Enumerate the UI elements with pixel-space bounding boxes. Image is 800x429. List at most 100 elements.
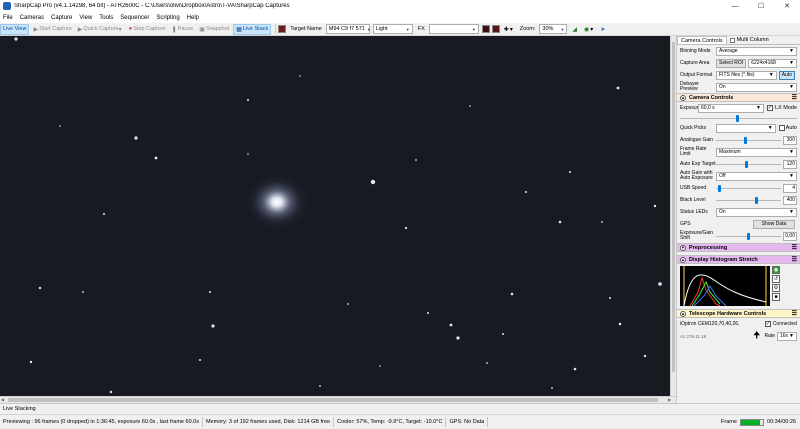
chevron-right-icon[interactable]: ▶ [668,397,671,402]
auto-exp-slider[interactable] [716,160,781,169]
chevron-up-icon[interactable]: ▲ [680,256,686,263]
live-view-button[interactable]: Live View [0,23,30,35]
reset-icon[interactable]: ↺ [772,275,780,283]
output-format-select[interactable]: FITS files (*.fits) ▼ [716,70,777,80]
menu-capture[interactable]: Capture [51,15,72,21]
menu-help[interactable]: Help [187,15,199,21]
star [14,37,18,41]
arrow-up-icon[interactable]: 🠉 [753,328,760,344]
preprocessing-section[interactable]: ▼ Preprocessing ☰ [677,243,800,252]
binning-select[interactable]: Average ▼ [716,46,797,56]
chevron-down-icon[interactable]: ▼ [680,244,686,251]
histogram-icon[interactable]: ◢ [570,24,580,35]
status-leds-select[interactable]: On ▼ [716,207,797,217]
viewport-horizontal-scrollbar[interactable]: ◀ ▶ [0,396,676,403]
usb-speed-slider[interactable] [716,184,781,193]
exposure-slider[interactable] [680,114,797,123]
scrollbar-thumb[interactable] [672,42,675,372]
fx-select[interactable]: ▼ [428,24,479,34]
quick-picks-select[interactable]: ▼ [716,123,776,133]
start-capture-button[interactable]: ▶ Start Capture [31,24,73,35]
exposure-shift-slider[interactable] [716,232,781,241]
tab-multi-column[interactable]: Multi Column [727,36,772,44]
star [469,105,471,107]
auto-button[interactable]: Auto [778,70,795,80]
menu-icon[interactable]: ☰ [792,256,797,263]
menu-icon[interactable]: ☰ [792,310,797,317]
auto-stretch-icon[interactable]: ◉ [772,266,780,274]
chevron-down-icon: ▼ [789,149,794,155]
zoom-select[interactable]: 30% ▼ [539,24,568,34]
quick-capture-button[interactable]: ▶ Quick Capture ▾ [76,24,125,35]
telescope-section[interactable]: ▲ Telescope Hardware Controls ☰ [677,309,800,318]
window-title: SharpCap Pro (v4.1.14298, 64 bit) - ATR2… [14,3,290,9]
capture-area-select[interactable]: 6224x4168 ▼ [748,58,797,68]
black-level-value[interactable]: 400 [783,195,797,205]
auto-gain-select[interactable]: Off ▼ [716,171,797,181]
multi-column-checkbox[interactable] [729,37,735,43]
reticle-icon[interactable]: ✚ ▾ [502,24,516,35]
menu-file[interactable]: File [3,15,13,21]
stop-capture-button[interactable]: ● Stop Capture [127,24,168,35]
analogue-gain-slider[interactable] [716,136,781,145]
histogram-display[interactable]: ◉ ↺ ⚙ ■ [680,266,790,306]
image-viewport[interactable] [0,36,670,396]
slider-knob[interactable] [745,160,749,168]
color-swatch-1[interactable] [481,25,490,33]
menu-view[interactable]: View [79,15,92,21]
scrollbar-thumb[interactable] [8,398,658,402]
exposure-select[interactable]: 60,0 s ▼ [698,103,764,113]
auto-exposure-checkbox[interactable] [778,125,785,131]
minimize-icon[interactable]: — [722,0,748,12]
chart-icon[interactable]: ■ [772,293,780,301]
settings-icon[interactable]: ⚙ [772,284,780,292]
histogram-toggle-icon[interactable] [278,25,287,33]
camera-icon: ▣ [199,26,205,33]
slider-knob[interactable] [747,232,750,240]
tab-camera-controls[interactable]: Camera Controls [677,36,727,44]
exposure-shift-value[interactable]: 0,00 [783,231,797,241]
snapshot-button[interactable]: ▣ Snapshot [197,24,231,35]
close-icon[interactable]: ✕ [774,0,800,12]
rate-select[interactable]: 16x ▼ [777,331,797,341]
show-data-button[interactable]: Show Data [753,219,795,229]
target-icon: ◉ [584,26,590,33]
select-roi-button[interactable]: Select ROI [716,58,747,68]
pin-icon[interactable]: ➤ [598,24,608,35]
star [59,125,61,127]
frame-timer: 00:34/00:26 [766,419,796,425]
menu-tools[interactable]: Tools [99,15,113,21]
target-name-input[interactable]: M94 C9 f7 571 ▼ [325,24,371,34]
auto-exposure-label: Auto [785,125,797,131]
menu-scripting[interactable]: Scripting [156,15,179,21]
usb-speed-value[interactable]: 4 [783,183,797,193]
chevron-left-icon[interactable]: ◀ [1,397,4,402]
slider-knob[interactable] [743,136,747,144]
slider-knob[interactable] [754,196,758,204]
black-level-slider[interactable] [716,196,781,205]
slider-knob[interactable] [717,184,721,192]
frame-rate-select[interactable]: Maximum ▼ [716,147,797,157]
frame-type-select[interactable]: Light ▼ [372,24,413,34]
connected-checkbox[interactable]: ✓ [764,321,771,327]
auto-exp-value[interactable]: 120 [783,159,797,169]
lx-mode-checkbox[interactable]: ✓ [766,105,773,111]
maximize-icon[interactable]: ☐ [748,0,774,12]
menu-icon[interactable]: ☰ [792,244,797,251]
star [29,360,33,364]
live-stack-button[interactable]: ▦ Live Stack [233,23,272,35]
chevron-up-icon[interactable]: ▲ [680,310,686,317]
debayer-select[interactable]: On ▼ [716,82,797,92]
camera-controls-section[interactable]: ▲ Camera Controls ☰ [677,93,800,102]
analogue-gain-value[interactable]: 300 [783,135,797,145]
menu-cameras[interactable]: Cameras [20,15,44,21]
menu-icon[interactable]: ☰ [792,94,797,101]
panel-tabs: Camera Controls Multi Column [677,36,800,45]
focus-icon[interactable]: ◉ ▾ [582,24,596,35]
histogram-section[interactable]: ▲ Display Histogram Stretch ☰ [677,255,800,264]
chevron-up-icon[interactable]: ▲ [680,94,686,101]
color-swatch-2[interactable] [491,25,500,33]
menu-sequencer[interactable]: Sequencer [120,15,149,21]
slider-knob[interactable] [736,114,740,122]
pause-button[interactable]: ❚ Pause [170,24,196,35]
